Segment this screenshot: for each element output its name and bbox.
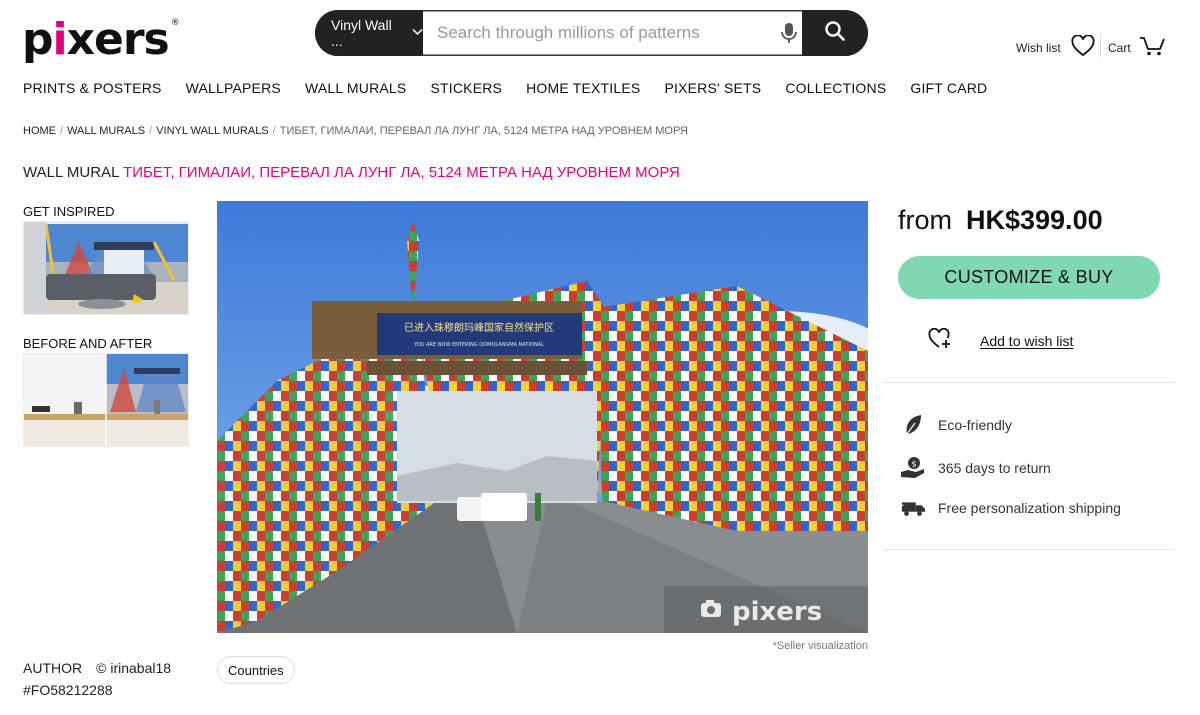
- feature-365-days-return: $ 365 days to return: [900, 456, 1051, 480]
- leaf-icon: [900, 414, 926, 436]
- author-name[interactable]: © irinabal18: [96, 660, 171, 676]
- breadcrumb-separator: /: [149, 125, 153, 137]
- before-after-thumbnail[interactable]: [23, 353, 189, 447]
- search-category-label: Vinyl Wall ...: [331, 17, 392, 49]
- nav-item-prints-posters[interactable]: PRINTS & POSTERS: [23, 80, 162, 96]
- cart-label: Cart: [1108, 40, 1131, 55]
- logo-text-rest: xers: [66, 14, 170, 65]
- search-button[interactable]: [802, 10, 868, 56]
- tag-countries[interactable]: Countries: [217, 656, 295, 684]
- chevron-down-icon: [412, 27, 423, 39]
- breadcrumb-current: ТИБЕТ, ГИМАЛАИ, ПЕРЕВАЛ ЛА ЛУНГ ЛА, 5124…: [279, 125, 689, 137]
- seller-visualization-note: *Seller visualization: [772, 640, 868, 652]
- product-image[interactable]: 已进入珠穆朗玛峰国家自然保护区 YOU ARE NOW ENTERING QOM…: [217, 201, 868, 633]
- customize-buy-button[interactable]: CUSTOMIZE & BUY: [898, 256, 1160, 299]
- inspired-thumbnail[interactable]: [23, 221, 189, 315]
- divider: [884, 382, 1175, 383]
- money-return-icon: $: [900, 456, 926, 480]
- main-nav: PRINTS & POSTERS WALLPAPERS WALL MURALS …: [23, 80, 1011, 96]
- registered-mark: ®: [170, 18, 180, 28]
- divider: [884, 549, 1175, 550]
- nav-item-collections[interactable]: COLLECTIONS: [785, 80, 886, 96]
- breadcrumb-wall-murals[interactable]: WALL MURALS: [67, 125, 145, 137]
- price-block: from HK$399.00: [898, 205, 1103, 236]
- nav-item-wall-murals[interactable]: WALL MURALS: [305, 80, 407, 96]
- title-keyword[interactable]: ТИБЕТ: [123, 164, 170, 181]
- before-after-label: BEFORE AND AFTER: [23, 336, 153, 351]
- breadcrumb-separator: /: [272, 125, 276, 137]
- microphone-icon[interactable]: [777, 21, 801, 45]
- gate-sign-subtext: YOU ARE NOW ENTERING QOMOLANGMA NATIONAL: [413, 342, 544, 348]
- watermark: pixers: [732, 597, 822, 627]
- header-cart[interactable]: Cart: [1108, 35, 1165, 60]
- feature-eco-friendly: Eco-friendly: [900, 414, 1012, 436]
- logo-text: p: [22, 14, 53, 65]
- breadcrumb-separator: /: [60, 125, 64, 137]
- heart-icon: [1071, 34, 1095, 60]
- nav-item-wallpapers[interactable]: WALLPAPERS: [186, 80, 281, 96]
- author-label: AUTHOR: [23, 660, 83, 676]
- title-prefix: WALL MURAL: [23, 164, 124, 181]
- logo-dot: i: [52, 14, 68, 65]
- prayer-flag-gate-photo: 已进入珠穆朗玛峰国家自然保护区 YOU ARE NOW ENTERING QOM…: [217, 201, 868, 633]
- title-keyword[interactable]: ГИМАЛАИ: [179, 164, 251, 181]
- feature-label: 365 days to return: [938, 460, 1051, 476]
- search-input[interactable]: [435, 22, 769, 44]
- author-info: AUTHOR © irinabal18: [23, 660, 171, 676]
- nav-item-pixers-sets[interactable]: PIXERS' SETS: [664, 80, 761, 96]
- breadcrumb-vinyl-wall-murals[interactable]: VINYL WALL MURALS: [156, 125, 268, 137]
- search-field: [423, 10, 793, 56]
- nav-item-gift-card[interactable]: GIFT CARD: [910, 80, 987, 96]
- heart-plus-icon: [928, 327, 952, 353]
- title-keyword[interactable]: МЕТРА НАД УРОВНЕМ МОРЯ: [466, 164, 680, 181]
- cart-icon: [1139, 35, 1165, 60]
- price-from-label: from: [898, 205, 952, 235]
- feature-free-shipping: Free personalization shipping: [900, 498, 1121, 518]
- search-bar: Vinyl Wall ...: [315, 10, 868, 56]
- title-separator: , 5124: [420, 164, 467, 181]
- feature-label: Eco-friendly: [938, 417, 1012, 433]
- wish-list-label: Wish list: [1016, 40, 1061, 55]
- get-inspired-label: GET INSPIRED: [23, 204, 115, 219]
- price-value: HK$399.00: [966, 205, 1103, 235]
- search-icon: [824, 20, 846, 47]
- feature-label: Free personalization shipping: [938, 500, 1121, 516]
- title-separator: ,: [170, 164, 179, 181]
- breadcrumb: HOME / WALL MURALS / VINYL WALL MURALS /…: [23, 125, 688, 137]
- nav-item-stickers[interactable]: STICKERS: [430, 80, 502, 96]
- add-to-wish-list[interactable]: Add to wish list: [928, 327, 1074, 353]
- page-title: WALL MURAL ТИБЕТ, ГИМАЛАИ, ПЕРЕВАЛ ЛА ЛУ…: [23, 164, 680, 181]
- title-keyword[interactable]: ПЕРЕВАЛ ЛА ЛУНГ ЛА: [259, 164, 420, 181]
- header-wish-list[interactable]: Wish list: [1016, 34, 1095, 60]
- search-category-dropdown[interactable]: Vinyl Wall ...: [315, 10, 423, 56]
- delivery-truck-icon: [900, 498, 926, 518]
- header-divider: [1100, 33, 1101, 57]
- add-to-wish-list-label: Add to wish list: [980, 332, 1074, 349]
- svg-text:$: $: [911, 460, 916, 469]
- breadcrumb-home[interactable]: HOME: [23, 125, 56, 137]
- nav-item-home-textiles[interactable]: HOME TEXTILES: [526, 80, 640, 96]
- pixers-logo[interactable]: pixers ®: [22, 14, 180, 65]
- gate-sign-text: 已进入珠穆朗玛峰国家自然保护区: [404, 321, 554, 334]
- product-id: #FO58212288: [23, 682, 113, 698]
